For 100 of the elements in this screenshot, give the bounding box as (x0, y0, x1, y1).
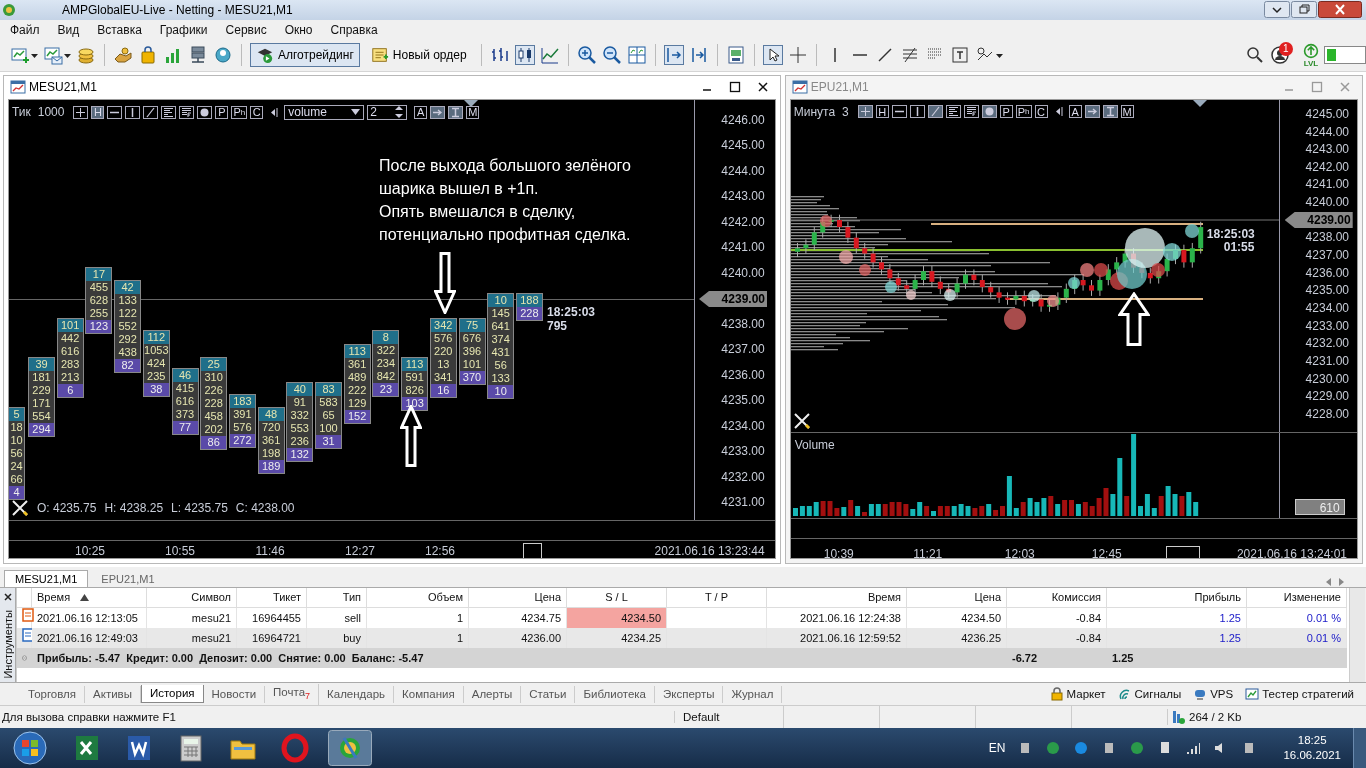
level-label: LVL (1303, 58, 1319, 68)
footprint-cell-text: 341 (433, 370, 454, 384)
price-axis-label: 4232.00 (1305, 336, 1349, 351)
column-header[interactable]: Тип (307, 587, 367, 608)
price-axis-label: 4242.00 (721, 214, 765, 229)
last-bar-time: 18:25:03 (1206, 226, 1255, 241)
menu-item[interactable]: Вставка (89, 22, 152, 37)
footprint-cell-text: 553 (289, 421, 310, 435)
column-header[interactable]: Тикет (237, 587, 307, 608)
price-axis-label: 4233.00 (1305, 318, 1349, 333)
column-header[interactable]: Цена (469, 587, 567, 608)
column-header[interactable]: Цена (907, 587, 1007, 608)
service-link[interactable]: VPS (1193, 687, 1234, 702)
chart-tool-button[interactable]: P (215, 105, 229, 119)
price-axis-label: 4244.00 (1305, 124, 1349, 139)
chart-tool-button[interactable]: A (1068, 105, 1082, 119)
clock-time[interactable]: 18:25 (1297, 733, 1327, 748)
toolbox-tab[interactable]: История (140, 685, 204, 704)
price-axis-label: 4240.00 (721, 265, 765, 280)
menu-item[interactable]: Сервис (217, 22, 277, 37)
language-indicator[interactable]: EN (988, 741, 1006, 755)
chart-tab[interactable]: EPU21,M1 (90, 569, 166, 587)
footprint-cell: 18 (9, 420, 24, 434)
toolbox-tab[interactable]: Эксперты (655, 685, 724, 703)
footprint-cell-text: 222 (347, 383, 368, 397)
toolbox-tab[interactable]: Почта$_{7}$ (265, 683, 320, 705)
footprint-cell-text: 438 (117, 345, 138, 359)
menu-item[interactable]: Вид (49, 22, 90, 37)
footprint-cell-text: 234 (375, 356, 397, 370)
footprint-cell-text: 616 (60, 344, 81, 358)
footprint-cell-text: 552 (117, 319, 138, 333)
server-datetime: 2021.06.16 13:23:44 (654, 543, 765, 558)
footprint-cell-text: 122 (117, 306, 138, 320)
ohlc-value: O: 4235.75 (37, 500, 97, 515)
menu-item[interactable]: Файл (2, 22, 50, 37)
table-cell: 2021.06.16 12:13:05 (32, 607, 147, 628)
column-header[interactable]: Объем (367, 587, 469, 608)
service-link[interactable]: Сигналы (1117, 687, 1182, 702)
toolbox-title: Инструменты (1, 609, 14, 679)
price-axis-label: 4233.00 (721, 444, 765, 459)
footprint-cell: 103 (402, 396, 428, 410)
column-header[interactable]: T / P (667, 587, 767, 608)
column-header[interactable]: Время (32, 587, 147, 608)
footprint-cell: 17 (86, 267, 112, 281)
price-axis-label: 4231.00 (1305, 354, 1349, 368)
footprint-cell-text: 181 (31, 370, 52, 384)
chart-tab[interactable]: MESU21,M1 (4, 569, 89, 587)
footprint-cell-text: 332 (289, 408, 310, 422)
table-cell: 1.25 (1107, 627, 1247, 648)
footprint-cell: 38 (143, 382, 169, 396)
algo-trading-button[interactable]: Алготрейдинг (250, 43, 360, 68)
footprint-cell-text: 415 (174, 381, 196, 395)
chart-tool-button[interactable]: M (1120, 105, 1134, 119)
menu-item[interactable]: Справка (322, 22, 388, 37)
toolbox-tab[interactable]: Алерты (463, 685, 522, 703)
column-header[interactable]: Прибыль (1107, 587, 1247, 608)
number-spinner[interactable]: 2 (367, 104, 408, 120)
chart-tool-button[interactable]: A (414, 105, 428, 119)
menu-item[interactable]: Графики (151, 22, 218, 37)
summary-profit: 1.25 (1107, 647, 1247, 668)
column-header[interactable]: Комиссия (1007, 587, 1107, 608)
price-axis-label: 4234.00 (721, 418, 765, 433)
price-axis-label: 4241.00 (1305, 177, 1349, 192)
column-header[interactable]: Время (767, 587, 907, 608)
menu-item[interactable]: Окно (276, 22, 323, 37)
toolbox-tab[interactable]: Активы (85, 685, 141, 703)
column-header[interactable]: Изменение (1247, 587, 1347, 608)
table-cell: 4234.25 (567, 627, 667, 648)
chart-tool-button[interactable]: M (466, 105, 480, 119)
column-header[interactable]: S / L (567, 587, 667, 608)
toolbox-tab[interactable]: Компания (394, 685, 464, 703)
toolbox-tab[interactable]: Календарь (319, 685, 395, 703)
new-order-button[interactable]: Новый ордер (364, 43, 473, 68)
price-axis-label: 4235.00 (1305, 283, 1349, 298)
toolbox-tab[interactable]: Библиотека (575, 685, 655, 703)
footprint-cell-text: 374 (490, 332, 511, 346)
indicator-dropdown[interactable]: volume (284, 104, 365, 120)
price-axis-label: 4237.00 (721, 342, 765, 357)
chart-tool-button[interactable]: C (250, 105, 264, 119)
footprint-cell-text: 576 (232, 420, 253, 434)
footprint-cell: 10 (9, 433, 24, 447)
ohlc-value: H: 4238.25 (104, 500, 164, 515)
chart-tool-button[interactable]: C (1034, 105, 1048, 119)
service-link[interactable]: Маркет (1049, 687, 1106, 702)
service-link[interactable]: Тестер стратегий (1245, 687, 1354, 702)
footprint-cell: 113 (344, 344, 370, 358)
footprint-cell-text: 255 (88, 306, 110, 320)
time-axis-label: 10:25 (75, 543, 105, 558)
toolbox-tab[interactable]: Журнал (723, 685, 783, 703)
footprint-cell-text: 424 (146, 356, 167, 370)
toolbox-tab[interactable]: Торговля (20, 685, 86, 703)
footprint-cell-text: 129 (347, 396, 368, 410)
time-axis-label: 12:45 (1091, 546, 1122, 559)
chart-tool-button[interactable]: H (875, 105, 889, 119)
toolbox-tab[interactable]: Новости (203, 685, 266, 703)
toolbox-tab[interactable]: Статьи (521, 685, 576, 703)
chart-tool-button[interactable]: H (91, 105, 105, 119)
chart-tool-button[interactable]: P (999, 105, 1013, 119)
column-header[interactable]: Символ (147, 587, 237, 608)
clock-date[interactable]: 16.06.2021 (1283, 748, 1341, 763)
